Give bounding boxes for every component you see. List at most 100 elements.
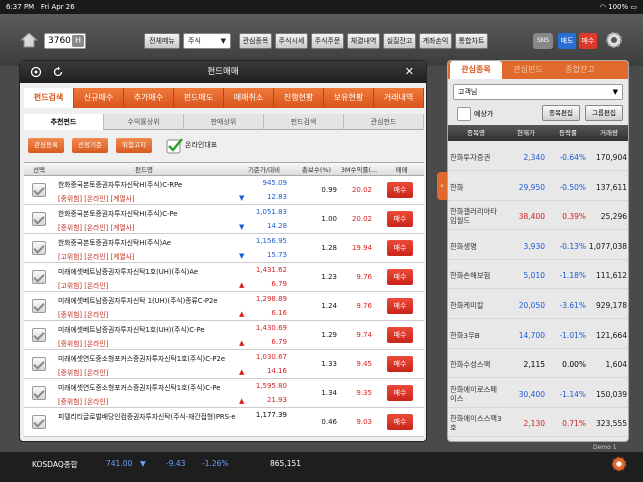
stock-name: 한화에이로스페이스: [450, 384, 497, 403]
online-checkbox[interactable]: [166, 137, 184, 155]
price-diff: 6.16: [271, 309, 287, 317]
stock-change: -0.64%: [559, 153, 586, 162]
expected-price-checkbox[interactable]: [457, 107, 471, 121]
code-suffix[interactable]: H: [72, 35, 84, 47]
all-menu-button[interactable]: 전체메뉴: [144, 33, 180, 49]
list-item[interactable]: 한화수성스팩 2,115 0.00% 1,604: [448, 349, 628, 379]
table-row[interactable]: 미래에셋베트남증권자투자신탁 1(UH)(주식)종류C-P2e [중위험] [온라…: [24, 292, 424, 321]
fund-name[interactable]: 한화중국본토증권자투자신탁H(주식)Ae: [58, 237, 171, 247]
market-select[interactable]: 주식 ▼: [183, 33, 231, 49]
table-row[interactable]: 미래에셋연도중소형포커스증권자투자신탁1호(주식)C-P2e [중위험] [온라인…: [24, 350, 424, 379]
list-item[interactable]: 한화케미칼 20,050 -3.61% 929,178: [448, 290, 628, 319]
chart-button[interactable]: 통합차트: [455, 33, 488, 49]
risk-notice-button[interactable]: 위험고지: [116, 138, 152, 153]
row-checkbox[interactable]: [32, 299, 46, 313]
table-row[interactable]: 미래에셋연도중소형포커스증권자투자신탁1호(주식)C-Pe [중위험] [온라인]…: [24, 379, 424, 408]
fund-name[interactable]: 한화중국본토증권자투자신탁H(주식)C-RPe: [58, 179, 182, 189]
fund-name[interactable]: 미래에셋베트남증권자투자신탁1호(UH)(주식)C-Pe: [58, 324, 205, 334]
buy-button[interactable]: 매수: [387, 211, 413, 227]
home-icon[interactable]: [20, 32, 38, 48]
tab-recommended[interactable]: 추천펀드: [24, 114, 104, 130]
fund-name[interactable]: 미래에셋베트남증권자투자신탁 1(UH)(주식)종류C-P2e: [58, 295, 218, 305]
sell-button[interactable]: 매도: [558, 33, 576, 49]
fund-name[interactable]: 피델리티글로벌배당인컴증권자투자신탁(주식-재간접형)PRS-e: [58, 411, 236, 421]
tab-holdings[interactable]: 보유현황: [324, 88, 374, 108]
stock-code-input[interactable]: 3760 H: [44, 33, 86, 49]
tab-history[interactable]: 거래내역: [374, 88, 424, 108]
register-favorite-button[interactable]: 관심등록: [28, 138, 64, 153]
return-3m: 19.94: [351, 244, 372, 252]
buy-button[interactable]: 매수: [579, 33, 597, 49]
buy-button[interactable]: 매수: [387, 356, 413, 372]
list-item[interactable]: 한화손해보험 5,010 -1.18% 111,612: [448, 260, 628, 290]
row-checkbox[interactable]: [32, 212, 46, 226]
tab-watchlist[interactable]: 관심종목: [450, 61, 502, 79]
tab-fund-sell[interactable]: 펀드매도: [174, 88, 224, 108]
tab-top-return[interactable]: 수익률상위: [104, 114, 184, 130]
tab-progress[interactable]: 진행현황: [274, 88, 324, 108]
target-icon[interactable]: [30, 66, 42, 78]
sns-button[interactable]: SNS: [533, 33, 553, 49]
tab-search[interactable]: 펀드검색: [264, 114, 344, 130]
order-button[interactable]: 주식주문: [311, 33, 344, 49]
list-item[interactable]: 한화생명 3,930 -0.13% 1,077,038: [448, 231, 628, 260]
tab-favorite-funds[interactable]: 관심펀드: [344, 114, 424, 130]
pnl-button[interactable]: 계좌손익: [419, 33, 452, 49]
tab-total-balance[interactable]: 종합잔고: [554, 61, 606, 79]
tab-watch-funds[interactable]: 관심펀드: [502, 61, 554, 79]
buy-button[interactable]: 매수: [387, 240, 413, 256]
close-icon[interactable]: ✕: [405, 61, 414, 83]
tab-cancel[interactable]: 매매취소: [224, 88, 274, 108]
table-row[interactable]: 한화중국본토증권자투자신탁H(주식)C-RPe [중위험] [온라인] [계열사]…: [24, 176, 424, 205]
list-item[interactable]: 한화갤러리아타임월드 38,400 0.39% 25,296: [448, 201, 628, 231]
quote-button[interactable]: 주식시세: [275, 33, 308, 49]
index-ticker[interactable]: KOSDAQ종합 741.00 ▼ -9.43 -1.26% 865,151: [0, 452, 643, 482]
row-checkbox[interactable]: [32, 357, 46, 371]
tab-fund-search[interactable]: 펀드검색: [24, 88, 74, 108]
buy-button[interactable]: 매수: [387, 298, 413, 314]
balance-button[interactable]: 실질잔고: [383, 33, 416, 49]
refresh-icon[interactable]: [52, 66, 64, 78]
list-item[interactable]: 한화 29,950 -0.50% 137,611: [448, 172, 628, 201]
fund-name[interactable]: 미래에셋베트남증권자투자신탁1호(UH)(주식)Ae: [58, 266, 198, 276]
table-row[interactable]: 한화중국본토증권자투자신탁H(주식)Ae [고위험] [온라인] [계열사] 1,1…: [24, 234, 424, 263]
fund-name[interactable]: 한화중국본토증권자투자신탁H(주식)C-Pe: [58, 208, 177, 218]
list-item[interactable]: 한화투자증권 2,340 -0.64% 170,904: [448, 142, 628, 171]
fund-name[interactable]: 미래에셋연도중소형포커스증권자투자신탁1호(주식)C-P2e: [58, 353, 225, 363]
tab-top-sales[interactable]: 판매상위: [184, 114, 264, 130]
table-row[interactable]: 미래에셋베트남증권자투자신탁1호(UH)(주식)C-Pe [중위험] [온라인] 1…: [24, 321, 424, 350]
buy-button[interactable]: 매수: [387, 269, 413, 285]
row-checkbox[interactable]: [32, 241, 46, 255]
buy-button[interactable]: 매수: [387, 327, 413, 343]
row-checkbox[interactable]: [32, 328, 46, 342]
settings-gear-icon[interactable]: [610, 455, 628, 473]
buy-button[interactable]: 매수: [387, 385, 413, 401]
return-3m: 9.35: [356, 389, 372, 397]
table-row[interactable]: 피델리티글로벌배당인컴증권자투자신탁(주식-재간접형)PRS-e 1,177.39…: [24, 408, 424, 437]
stock-name: 한화케미칼: [450, 301, 484, 310]
criteria-button[interactable]: 선정기준: [72, 138, 108, 153]
watchlist-button[interactable]: 관심종목: [239, 33, 272, 49]
edit-groups-button[interactable]: 그룹편집: [585, 105, 623, 121]
row-checkbox[interactable]: [32, 270, 46, 284]
chevron-left-icon[interactable]: ‹: [437, 172, 447, 200]
edit-stocks-button[interactable]: 종목편집: [542, 105, 580, 121]
tab-new-buy[interactable]: 신규매수: [74, 88, 124, 108]
row-checkbox[interactable]: [32, 415, 46, 429]
list-item[interactable]: 한화에이스스팩3호 2,130 0.71% 323,555: [448, 408, 628, 438]
list-item[interactable]: 한화에이로스페이스 30,400 -1.14% 150,039: [448, 379, 628, 408]
table-row[interactable]: 미래에셋베트남증권자투자신탁1호(UH)(주식)Ae [고위험] [온라인] 1,4…: [24, 263, 424, 292]
row-checkbox[interactable]: [32, 183, 46, 197]
buy-button[interactable]: 매수: [387, 414, 413, 430]
row-checkbox[interactable]: [32, 386, 46, 400]
fund-name[interactable]: 미래에셋연도중소형포커스증권자투자신탁1호(주식)C-Pe: [58, 382, 220, 392]
total-fee: 0.99: [321, 186, 337, 194]
stock-price: 20,050: [518, 301, 545, 310]
table-row[interactable]: 한화중국본토증권자투자신탁H(주식)C-Pe [중위험] [온라인] [계열사] 1…: [24, 205, 424, 234]
gear-icon[interactable]: [604, 30, 624, 50]
group-select[interactable]: 고객님 ▼: [453, 84, 623, 100]
list-item[interactable]: 한화3우B 14,700 -1.01% 121,664: [448, 320, 628, 349]
buy-button[interactable]: 매수: [387, 182, 413, 198]
execution-button[interactable]: 체결내역: [347, 33, 380, 49]
tab-add-buy[interactable]: 추가매수: [124, 88, 174, 108]
